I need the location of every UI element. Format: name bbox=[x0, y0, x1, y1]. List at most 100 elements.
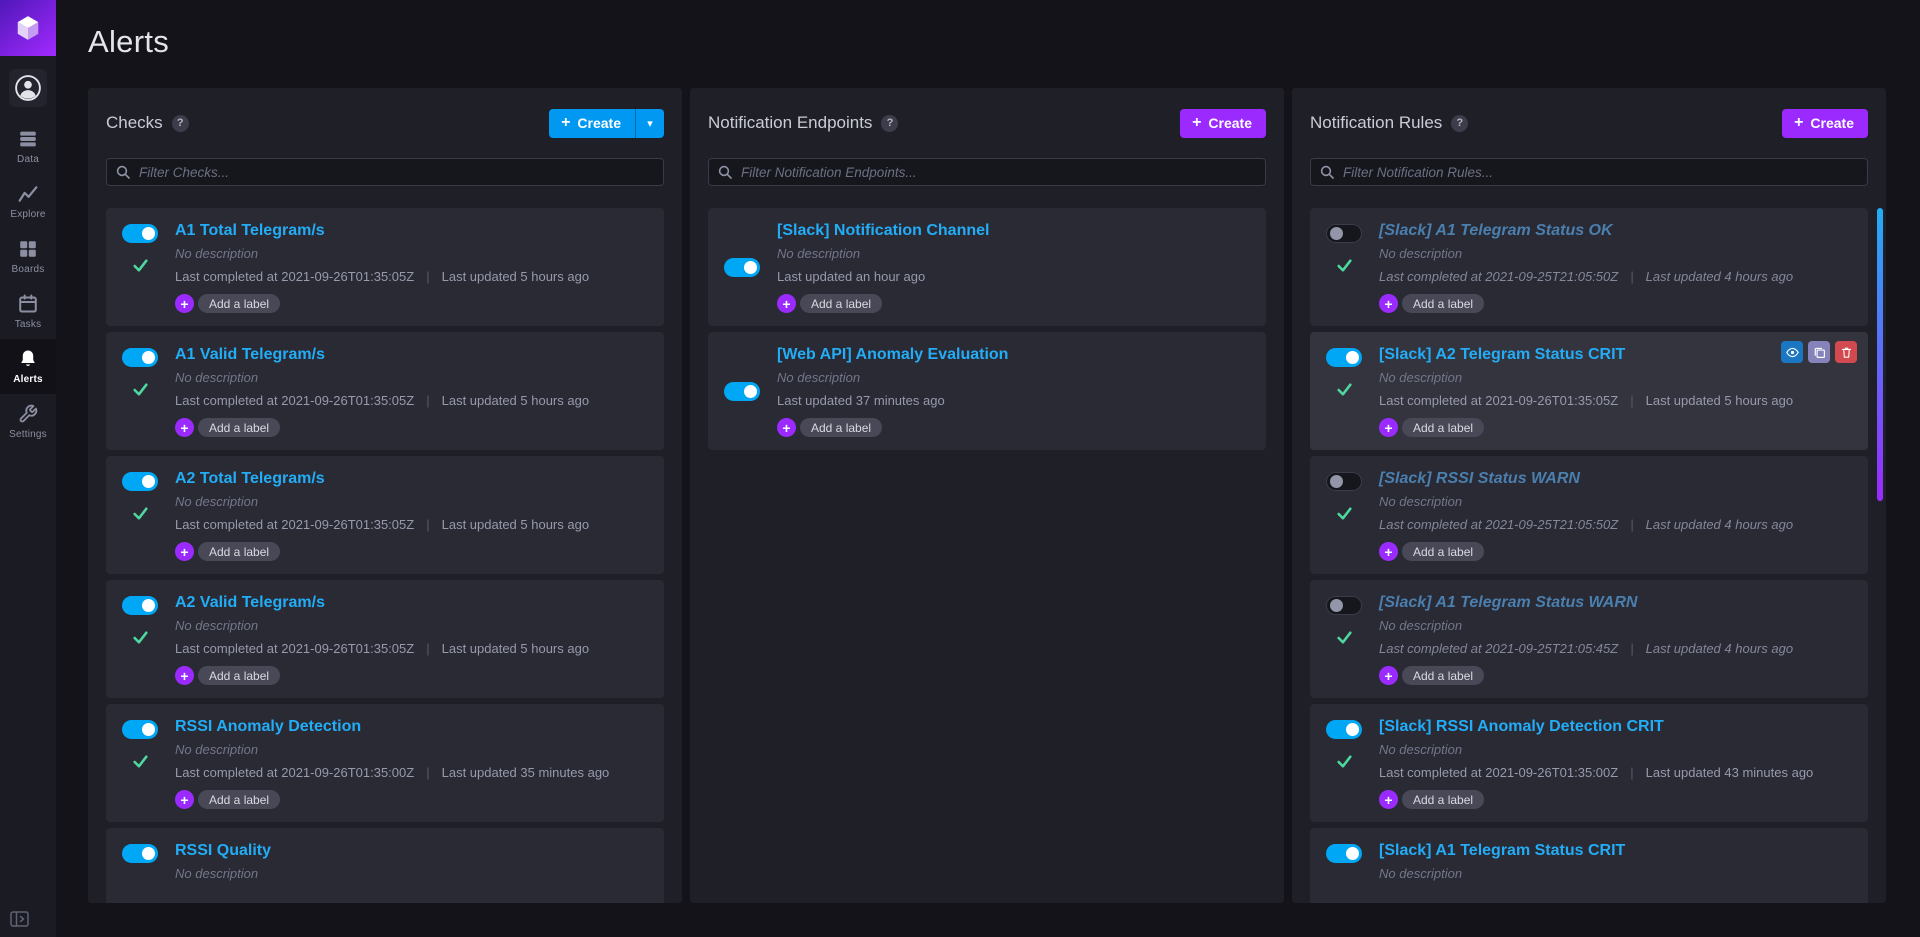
card-meta: Last completed at 2021-09-26T01:35:00Z |… bbox=[175, 765, 648, 781]
filter-input[interactable] bbox=[708, 158, 1266, 186]
card-title[interactable]: [Slack] Notification Channel bbox=[777, 221, 989, 241]
status-check-icon bbox=[1336, 257, 1353, 274]
enable-toggle[interactable] bbox=[122, 472, 158, 491]
sidebar-item-settings[interactable]: Settings bbox=[0, 394, 56, 449]
create-button[interactable]: + Create bbox=[1782, 108, 1868, 138]
sidebar-item-alerts[interactable]: Alerts bbox=[0, 339, 56, 394]
enable-toggle[interactable] bbox=[1326, 224, 1362, 243]
add-label-plus-icon[interactable]: + bbox=[175, 790, 194, 809]
sidebar-item-explore[interactable]: Explore bbox=[0, 174, 56, 229]
card-left bbox=[122, 469, 158, 561]
influxdb-logo[interactable] bbox=[0, 0, 56, 56]
card-title[interactable]: [Slack] RSSI Anomaly Detection CRIT bbox=[1379, 717, 1664, 737]
enable-toggle[interactable] bbox=[1326, 844, 1362, 863]
sidebar: Data Explore Boards Tasks Alerts Setting… bbox=[0, 0, 56, 937]
card-body: [Slack] Notification Channel No descript… bbox=[777, 221, 1250, 313]
add-label-plus-icon[interactable]: + bbox=[1379, 294, 1398, 313]
card-title[interactable]: A2 Total Telegram/s bbox=[175, 469, 325, 489]
main-content: Alerts Checks ? + Create ▾ Filter Checks… bbox=[56, 0, 1920, 937]
add-label-plus-icon[interactable]: + bbox=[777, 294, 796, 313]
add-label-button[interactable]: Add a label bbox=[1402, 294, 1485, 313]
sidebar-item-label: Settings bbox=[9, 429, 47, 440]
toggle-knob bbox=[142, 847, 155, 860]
filter-input[interactable] bbox=[1310, 158, 1868, 186]
add-label-plus-icon[interactable]: + bbox=[1379, 542, 1398, 561]
meta-separator: | bbox=[426, 517, 430, 532]
add-label-plus-icon[interactable]: + bbox=[1379, 418, 1398, 437]
status-check-icon bbox=[1336, 753, 1353, 770]
add-label-button[interactable]: Add a label bbox=[198, 418, 281, 437]
sidebar-item-tasks[interactable]: Tasks bbox=[0, 284, 56, 339]
help-icon[interactable]: ? bbox=[171, 114, 189, 132]
expand-sidebar-icon[interactable] bbox=[10, 911, 29, 927]
card-description: No description bbox=[175, 742, 259, 757]
card-title[interactable]: [Slack] A2 Telegram Status CRIT bbox=[1379, 345, 1625, 365]
enable-toggle[interactable] bbox=[122, 348, 158, 367]
add-label-button[interactable]: Add a label bbox=[198, 666, 281, 685]
user-avatar[interactable] bbox=[9, 69, 47, 107]
add-label-button[interactable]: Add a label bbox=[198, 542, 281, 561]
card-title[interactable]: A1 Valid Telegram/s bbox=[175, 345, 325, 365]
enable-toggle[interactable] bbox=[724, 257, 760, 277]
add-label-button[interactable]: Add a label bbox=[800, 418, 883, 437]
card-title[interactable]: RSSI Anomaly Detection bbox=[175, 717, 361, 737]
add-label-plus-icon[interactable]: + bbox=[175, 294, 194, 313]
enable-toggle[interactable] bbox=[122, 224, 158, 243]
create-button[interactable]: + Create ▾ bbox=[549, 108, 664, 138]
card-title[interactable]: [Web API] Anomaly Evaluation bbox=[777, 345, 1008, 365]
add-label-button[interactable]: Add a label bbox=[198, 790, 281, 809]
sidebar-item-boards[interactable]: Boards bbox=[0, 229, 56, 284]
add-label-button[interactable]: Add a label bbox=[198, 294, 281, 313]
card-title[interactable]: A2 Valid Telegram/s bbox=[175, 593, 325, 613]
add-label-button[interactable]: Add a label bbox=[1402, 666, 1485, 685]
card-left bbox=[1326, 841, 1362, 903]
enable-toggle[interactable] bbox=[724, 381, 760, 401]
card-body: RSSI Anomaly Detection No description La… bbox=[175, 717, 648, 809]
card-title[interactable]: [Slack] A1 Telegram Status CRIT bbox=[1379, 841, 1625, 861]
add-label-plus-icon[interactable]: + bbox=[1379, 666, 1398, 685]
duplicate-button[interactable] bbox=[1808, 341, 1830, 363]
create-button[interactable]: + Create bbox=[1180, 108, 1266, 138]
last-updated: Last updated 5 hours ago bbox=[441, 517, 590, 532]
enable-toggle[interactable] bbox=[1326, 596, 1362, 615]
card-title[interactable]: A1 Total Telegram/s bbox=[175, 221, 325, 241]
add-label-button[interactable]: Add a label bbox=[1402, 418, 1485, 437]
help-icon[interactable]: ? bbox=[881, 114, 899, 132]
plus-icon: + bbox=[561, 114, 571, 131]
add-label-button[interactable]: Add a label bbox=[1402, 542, 1485, 561]
filter-input[interactable] bbox=[106, 158, 664, 186]
card-title[interactable]: RSSI Quality bbox=[175, 841, 271, 861]
meta-separator: | bbox=[1630, 765, 1634, 780]
alert-card: RSSI Quality No description bbox=[106, 828, 664, 903]
enable-toggle[interactable] bbox=[122, 720, 158, 739]
enable-toggle[interactable] bbox=[1326, 720, 1362, 739]
enable-toggle[interactable] bbox=[122, 844, 158, 863]
add-label-plus-icon[interactable]: + bbox=[777, 418, 796, 437]
create-dropdown-caret[interactable]: ▾ bbox=[635, 108, 664, 138]
avatar-icon bbox=[14, 74, 42, 102]
scrollbar-thumb[interactable] bbox=[1877, 208, 1883, 501]
sidebar-item-data[interactable]: Data bbox=[0, 119, 56, 174]
enable-toggle[interactable] bbox=[1326, 348, 1362, 367]
enable-toggle[interactable] bbox=[1326, 472, 1362, 491]
add-label-plus-icon[interactable]: + bbox=[1379, 790, 1398, 809]
create-button-label: Create bbox=[577, 115, 621, 131]
delete-button[interactable] bbox=[1835, 341, 1857, 363]
card-meta: Last completed at 2021-09-25T21:05:50Z |… bbox=[1379, 517, 1852, 533]
add-label-plus-icon[interactable]: + bbox=[175, 666, 194, 685]
enable-toggle[interactable] bbox=[122, 596, 158, 615]
add-label-plus-icon[interactable]: + bbox=[175, 418, 194, 437]
card-title[interactable]: [Slack] RSSI Status WARN bbox=[1379, 469, 1580, 489]
add-label-button[interactable]: Add a label bbox=[800, 294, 883, 313]
card-title[interactable]: [Slack] A1 Telegram Status OK bbox=[1379, 221, 1613, 241]
help-icon[interactable]: ? bbox=[1451, 114, 1469, 132]
label-row: + Add a label bbox=[777, 294, 1250, 313]
card-left bbox=[1326, 221, 1362, 313]
panel-title: Notification Endpoints bbox=[708, 113, 873, 132]
add-label-plus-icon[interactable]: + bbox=[175, 542, 194, 561]
view-button[interactable] bbox=[1781, 341, 1803, 363]
card-body: [Slack] A1 Telegram Status OK No descrip… bbox=[1379, 221, 1852, 313]
card-title[interactable]: [Slack] A1 Telegram Status WARN bbox=[1379, 593, 1637, 613]
add-label-button[interactable]: Add a label bbox=[1402, 790, 1485, 809]
plus-icon: + bbox=[1794, 114, 1804, 131]
